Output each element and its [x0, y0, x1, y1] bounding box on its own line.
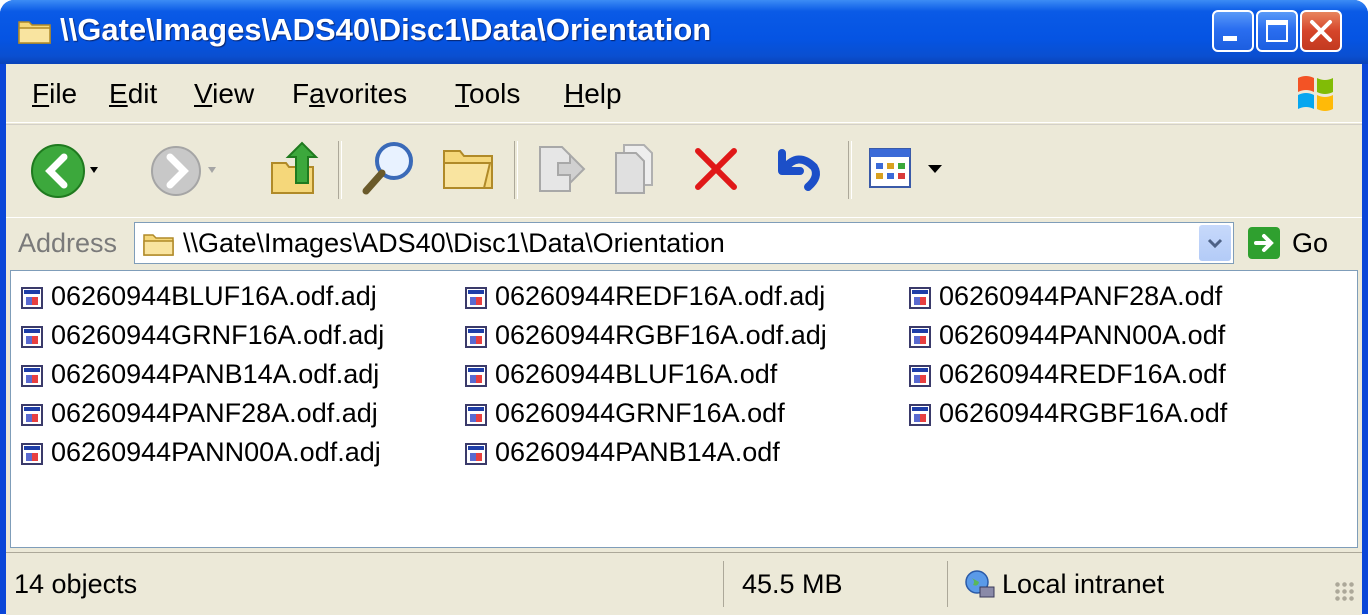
address-value: \\Gate\Images\ADS40\Disc1\Data\Orientati…: [183, 228, 725, 258]
file-icon: [21, 443, 43, 465]
up-folder-button[interactable]: [268, 139, 320, 199]
file-name: 06260944RGBF16A.odf: [939, 398, 1228, 428]
address-label: Address: [18, 228, 118, 258]
file-name: 06260944PANB14A.odf.adj: [51, 359, 380, 389]
delete-button[interactable]: [690, 143, 742, 195]
windows-logo-icon: [1298, 76, 1333, 111]
forward-button[interactable]: [142, 137, 222, 205]
file-name: 06260944RGBF16A.odf.adj: [495, 320, 827, 350]
window-client: File Edit View Favorites Tools Help Addr…: [6, 64, 1362, 615]
folders-button[interactable]: [440, 141, 498, 195]
file-icon: [909, 287, 931, 309]
file-icon: [21, 326, 43, 348]
move-to-button[interactable]: [532, 141, 588, 197]
menu-file[interactable]: File: [32, 78, 77, 110]
menu-edit[interactable]: Edit: [109, 78, 157, 110]
status-size-cell: 45.5 MB: [728, 561, 948, 607]
status-bar: 14 objects 45.5 MB Local intranet: [6, 552, 1362, 615]
file-icon: [21, 365, 43, 387]
chevron-down-icon: [1207, 238, 1223, 249]
file-icon: [909, 326, 931, 348]
folder-icon: [18, 21, 51, 44]
file-icon: [465, 404, 487, 426]
close-icon: [1310, 20, 1332, 42]
file-name: 06260944BLUF16A.odf: [495, 359, 778, 389]
folder-icon: [143, 234, 174, 256]
status-objects-cell: 14 objects: [6, 561, 724, 607]
standard-toolbar: [6, 124, 1362, 218]
window-title: \\Gate\Images\ADS40\Disc1\Data\Orientati…: [60, 12, 712, 47]
undo-button[interactable]: [768, 143, 824, 195]
file-name: 06260944REDF16A.odf.adj: [495, 281, 826, 311]
file-list[interactable]: 06260944BLUF16A.odf.adj 06260944GRNF16A.o…: [10, 270, 1358, 548]
file-icon: [21, 287, 43, 309]
file-name: 06260944PANF28A.odf.adj: [51, 398, 378, 428]
maximize-icon: [1266, 20, 1288, 42]
copy-to-button[interactable]: [610, 141, 666, 197]
dropdown-arrow-icon: [208, 167, 216, 173]
go-arrow-icon: [1248, 227, 1280, 259]
title-bar[interactable]: \\Gate\Images\ADS40\Disc1\Data\Orientati…: [0, 0, 1368, 64]
file-name: 06260944BLUF16A.odf.adj: [51, 281, 377, 311]
address-input[interactable]: \\Gate\Images\ADS40\Disc1\Data\Orientati…: [134, 222, 1234, 264]
file-icon: [909, 404, 931, 426]
status-objects: 14 objects: [14, 569, 138, 599]
toolbar-separator: [338, 141, 342, 199]
maximize-button[interactable]: [1256, 10, 1298, 52]
close-button[interactable]: [1300, 10, 1342, 52]
toolbar-separator: [848, 141, 852, 199]
file-name: 06260944PANB14A.odf: [495, 437, 780, 467]
search-button[interactable]: [358, 139, 418, 199]
explorer-window: \\Gate\Images\ADS40\Disc1\Data\Orientati…: [0, 0, 1368, 615]
dropdown-arrow-icon: [928, 165, 942, 173]
address-bar: Address \\Gate\Images\ADS40\Disc1\Data\O…: [6, 218, 1362, 268]
status-zone: Local intranet: [1002, 569, 1165, 599]
status-size: 45.5 MB: [742, 569, 843, 599]
menu-help[interactable]: Help: [564, 78, 622, 110]
menu-bar: File Edit View Favorites Tools Help: [6, 64, 1362, 123]
file-name: 06260944REDF16A.odf: [939, 359, 1226, 389]
file-name: 06260944PANN00A.odf: [939, 320, 1226, 350]
menu-tools[interactable]: Tools: [455, 78, 520, 110]
file-icon: [21, 404, 43, 426]
file-name: 06260944GRNF16A.odf: [495, 398, 785, 428]
file-name: 06260944PANF28A.odf: [939, 281, 1223, 311]
file-name: 06260944PANN00A.odf.adj: [51, 437, 381, 467]
minimize-button[interactable]: [1212, 10, 1254, 52]
menu-view[interactable]: View: [194, 78, 254, 110]
minimize-icon: [1223, 36, 1237, 41]
file-name: 06260944GRNF16A.odf.adj: [51, 320, 385, 350]
dropdown-arrow-icon: [90, 167, 98, 173]
globe-icon: [965, 570, 995, 598]
menu-favorites[interactable]: Favorites: [292, 78, 407, 110]
file-icon: [465, 326, 487, 348]
file-icon: [465, 365, 487, 387]
resize-grip[interactable]: [1334, 581, 1356, 603]
go-label: Go: [1292, 228, 1329, 258]
go-button[interactable]: Go: [1248, 222, 1348, 264]
status-zone-cell: Local intranet: [952, 561, 1362, 607]
address-dropdown-button[interactable]: [1199, 225, 1231, 261]
file-icon: [909, 365, 931, 387]
toolbar-separator: [514, 141, 518, 199]
back-button[interactable]: [24, 137, 104, 205]
file-icon: [465, 287, 487, 309]
file-icon: [465, 443, 487, 465]
views-button[interactable]: [866, 145, 950, 193]
